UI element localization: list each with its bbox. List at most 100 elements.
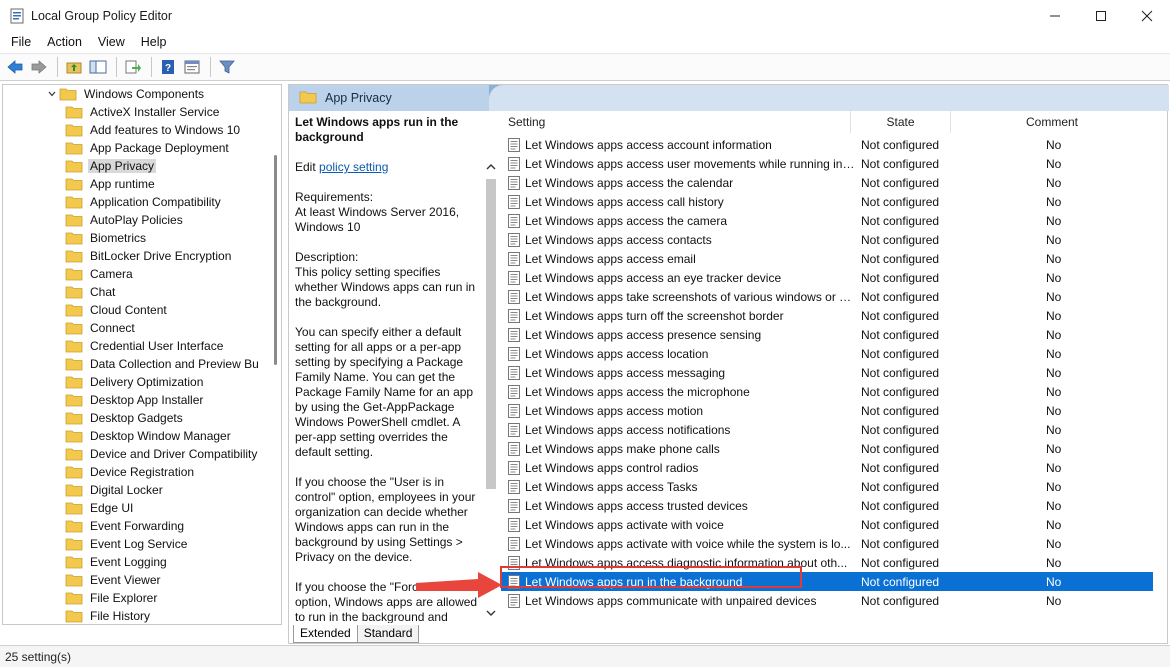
table-row[interactable]: Let Windows apps access messaging Not con… <box>501 363 1153 382</box>
tree-item[interactable]: Cloud Content <box>65 301 169 319</box>
edit-policy-link[interactable]: policy setting <box>319 160 388 174</box>
menu-action[interactable]: Action <box>39 35 90 49</box>
forward-button[interactable] <box>28 56 50 78</box>
up-level-button[interactable] <box>63 56 85 78</box>
tree-item[interactable]: Delivery Optimization <box>65 373 205 391</box>
tree-item-windows-components[interactable]: Windows Components <box>45 85 206 103</box>
tree-item-label: Edge UI <box>90 501 134 515</box>
tree-item[interactable]: Data Collection and Preview Bu <box>65 355 261 373</box>
table-row[interactable]: Let Windows apps access account informat… <box>501 135 1153 154</box>
table-row[interactable]: Let Windows apps access call history Not … <box>501 192 1153 211</box>
table-row[interactable]: Let Windows apps access motion Not config… <box>501 401 1153 420</box>
tree-item[interactable]: Add features to Windows 10 <box>65 121 242 139</box>
table-row[interactable]: Let Windows apps access notifications Not… <box>501 420 1153 439</box>
tree-item[interactable]: App runtime <box>65 175 157 193</box>
table-row[interactable]: Let Windows apps access the calendar Not … <box>501 173 1153 192</box>
scroll-thumb[interactable] <box>486 179 496 489</box>
table-row[interactable]: Let Windows apps access email Not configu… <box>501 249 1153 268</box>
table-row[interactable]: Let Windows apps access an eye tracker d… <box>501 268 1153 287</box>
properties-button[interactable] <box>181 56 203 78</box>
table-row[interactable]: Let Windows apps access presence sensing… <box>501 325 1153 344</box>
menu-help[interactable]: Help <box>133 35 175 49</box>
table-row[interactable]: Let Windows apps access the microphone No… <box>501 382 1153 401</box>
tree-item[interactable]: Digital Locker <box>65 481 165 499</box>
table-row[interactable]: Let Windows apps access the camera Not co… <box>501 211 1153 230</box>
cell-state: Not configured <box>861 593 940 608</box>
tree-item[interactable]: Chat <box>65 283 117 301</box>
folder-icon <box>65 429 83 443</box>
tree-item[interactable]: Event Log Service <box>65 535 189 553</box>
tree-item[interactable]: Credential User Interface <box>65 337 225 355</box>
table-row[interactable]: Let Windows apps activate with voice Not … <box>501 515 1153 534</box>
tree-item[interactable]: Event Forwarding <box>65 517 186 535</box>
cell-comment: No <box>1046 384 1062 399</box>
maximize-button[interactable] <box>1078 0 1124 31</box>
tree-item[interactable]: Application Compatibility <box>65 193 223 211</box>
tree-item[interactable]: Connect <box>65 319 137 337</box>
cell-state: Not configured <box>861 175 940 190</box>
tab-standard[interactable]: Standard <box>356 625 420 643</box>
minimize-button[interactable] <box>1032 0 1078 31</box>
tree-item[interactable]: Event Viewer <box>65 571 162 589</box>
tree-item[interactable]: Desktop Gadgets <box>65 409 185 427</box>
scroll-thumb[interactable] <box>274 155 277 365</box>
column-header-state[interactable]: State <box>851 111 951 133</box>
tree-item[interactable]: AutoPlay Policies <box>65 211 185 229</box>
tree-item-label: App runtime <box>90 177 155 191</box>
description-scrollbar[interactable] <box>484 155 498 625</box>
close-button[interactable] <box>1124 0 1170 31</box>
tree-item-label: ActiveX Installer Service <box>90 105 220 119</box>
table-row[interactable]: Let Windows apps access trusted devices N… <box>501 496 1153 515</box>
tab-extended[interactable]: Extended <box>293 625 358 643</box>
tree-item[interactable]: Biometrics <box>65 229 148 247</box>
back-button[interactable] <box>4 56 26 78</box>
table-row[interactable]: Let Windows apps access user movements w… <box>501 154 1153 173</box>
table-row[interactable]: Let Windows apps access location Not conf… <box>501 344 1153 363</box>
table-row[interactable]: Let Windows apps control radios Not confi… <box>501 458 1153 477</box>
tree-item[interactable]: File History <box>65 607 152 624</box>
requirements: Requirements: At least Windows Server 201… <box>295 190 460 234</box>
minimize-icon <box>1050 15 1060 16</box>
tree-item[interactable]: ActiveX Installer Service <box>65 103 221 121</box>
column-header-setting[interactable]: Setting <box>501 111 851 133</box>
tree-scrollbar[interactable] <box>269 85 281 624</box>
tree-item[interactable]: App Privacy <box>65 157 157 175</box>
tree-item[interactable]: Desktop App Installer <box>65 391 205 409</box>
cell-comment: No <box>1046 194 1062 209</box>
folder-icon <box>65 177 83 191</box>
tree-item[interactable]: Device Registration <box>65 463 196 481</box>
policy-setting-icon <box>507 441 521 456</box>
folder-icon <box>65 357 83 371</box>
table-row[interactable]: Let Windows apps access contacts Not conf… <box>501 230 1153 249</box>
tree-item[interactable]: Event Logging <box>65 553 169 571</box>
table-row[interactable]: Let Windows apps make phone calls Not con… <box>501 439 1153 458</box>
tree-item[interactable]: App Package Deployment <box>65 139 231 157</box>
tree-item-label: File Explorer <box>90 591 158 605</box>
cell-comment: No <box>1046 536 1062 551</box>
export-list-button[interactable] <box>122 56 144 78</box>
folder-icon <box>65 519 83 533</box>
tree-item[interactable]: Edge UI <box>65 499 135 517</box>
menu-file[interactable]: File <box>3 35 39 49</box>
chevron-down-icon[interactable] <box>45 85 59 103</box>
show-hide-tree-button[interactable] <box>87 56 109 78</box>
tree-item[interactable]: BitLocker Drive Encryption <box>65 247 233 265</box>
filter-button[interactable] <box>216 56 238 78</box>
cell-setting: Let Windows apps access email <box>525 251 696 266</box>
tree-item[interactable]: Desktop Window Manager <box>65 427 233 445</box>
cell-state: Not configured <box>861 536 940 551</box>
help-button[interactable]: ? <box>157 56 179 78</box>
menu-view[interactable]: View <box>90 35 133 49</box>
tree-item[interactable]: Camera <box>65 265 135 283</box>
properties-icon <box>184 60 200 74</box>
table-row[interactable]: Let Windows apps turn off the screenshot… <box>501 306 1153 325</box>
cell-setting: Let Windows apps access an eye tracker d… <box>525 270 782 285</box>
cell-comment: No <box>1046 555 1062 570</box>
table-row[interactable]: Let Windows apps take screenshots of var… <box>501 287 1153 306</box>
table-row[interactable]: Let Windows apps activate with voice whi… <box>501 534 1153 553</box>
table-row[interactable]: Let Windows apps communicate with unpair… <box>501 591 1153 610</box>
table-row[interactable]: Let Windows apps access Tasks Not configu… <box>501 477 1153 496</box>
tree-item[interactable]: File Explorer <box>65 589 159 607</box>
tree-item[interactable]: Device and Driver Compatibility <box>65 445 259 463</box>
column-header-comment[interactable]: Comment <box>951 111 1153 133</box>
